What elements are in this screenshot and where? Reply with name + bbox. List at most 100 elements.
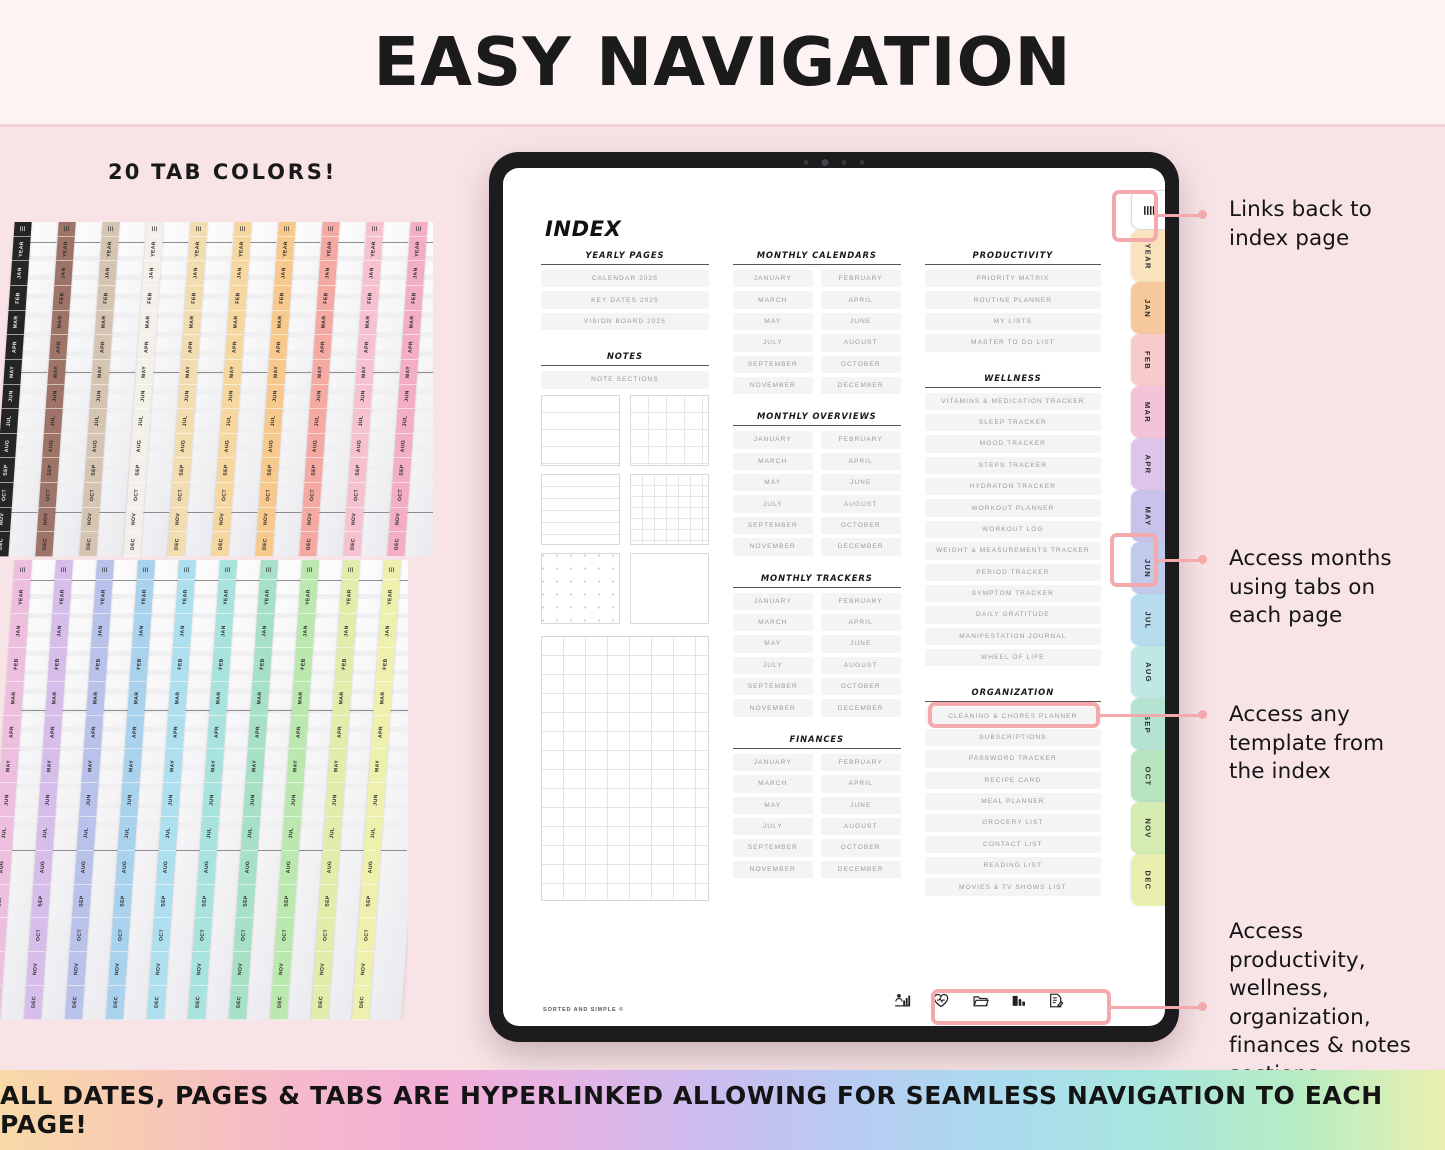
index-link-button[interactable]: READING LIST <box>924 857 1102 875</box>
index-link-button[interactable]: OCTOBER <box>820 678 901 696</box>
index-link-button[interactable]: MEAL PLANNER <box>924 792 1102 811</box>
index-link-button[interactable]: NOVEMBER <box>732 376 813 395</box>
note-preview-lined[interactable] <box>541 394 620 466</box>
index-link-button[interactable]: ROUTINE PLANNER <box>924 291 1102 309</box>
index-link-button[interactable]: AUGUST <box>820 334 901 352</box>
index-link-button[interactable]: MARCH <box>732 775 813 793</box>
note-preview-lined2[interactable] <box>541 473 620 545</box>
month-tab-jan[interactable]: JAN <box>1131 282 1165 334</box>
month-tab-dec[interactable]: DEC <box>1131 854 1165 906</box>
index-link-button[interactable]: JANUARY <box>732 753 813 772</box>
index-link-button[interactable]: AUGUST <box>820 817 901 836</box>
index-link-button[interactable]: SEPTEMBER <box>732 839 813 857</box>
notes-document-icon[interactable] <box>1048 992 1064 1009</box>
note-preview-grid8[interactable] <box>629 473 709 545</box>
month-tab-year[interactable]: YEAR <box>1131 230 1165 282</box>
index-link-button[interactable]: DAILY GRATITUDE <box>924 606 1102 624</box>
index-link-button[interactable]: MAY <box>732 796 813 814</box>
index-link-button[interactable]: MANIFESTATION JOURNAL <box>924 627 1102 645</box>
note-preview-grid4[interactable] <box>629 394 709 466</box>
month-tab-nov[interactable]: NOV <box>1131 802 1165 854</box>
index-link-button[interactable]: FEBRUARY <box>820 753 901 772</box>
month-tab-feb[interactable]: FEB <box>1131 334 1165 386</box>
index-link-button[interactable]: SEPTEMBER <box>732 678 813 696</box>
index-link-button[interactable]: RECIPE CARD <box>924 771 1102 789</box>
index-link-button[interactable]: SEPTEMBER <box>732 355 813 373</box>
index-link-button[interactable]: OCTOBER <box>820 355 901 373</box>
index-link-button[interactable]: APRIL <box>820 775 901 793</box>
index-link-button[interactable]: CLEANING & CHORES PLANNER <box>924 707 1102 725</box>
index-link-button[interactable]: JANUARY <box>732 431 813 449</box>
index-link-button[interactable]: MY LISTS <box>924 312 1102 331</box>
index-link-button[interactable]: JULY <box>732 817 813 836</box>
month-tab-jul[interactable]: JUL <box>1131 594 1165 646</box>
index-link-button[interactable]: PRIORITY MATRIX <box>924 270 1102 288</box>
index-link-button[interactable]: MAY <box>732 635 813 653</box>
month-tab-apr[interactable]: APR <box>1131 438 1165 490</box>
index-link-button[interactable]: JULY <box>732 334 813 352</box>
index-link-button[interactable]: AUGUST <box>820 495 901 513</box>
index-link-button[interactable]: MOVIES & TV SHOWS LIST <box>924 878 1102 896</box>
month-tab-sep[interactable]: SEP <box>1131 698 1165 750</box>
organization-folder-icon[interactable] <box>971 993 990 1009</box>
index-link-button[interactable]: WORKOUT LOG <box>924 520 1102 539</box>
index-link-button[interactable]: DECEMBER <box>820 860 901 878</box>
index-link-button[interactable]: MOOD TRACKER <box>924 435 1102 453</box>
index-link-button[interactable]: CONTACT LIST <box>924 835 1102 853</box>
index-link-button[interactable]: DECEMBER <box>820 699 901 717</box>
index-link-button[interactable]: JULY <box>732 495 813 513</box>
index-link-button[interactable]: VISION BOARD 2025 <box>541 312 709 331</box>
index-link-button[interactable]: APRIL <box>820 291 901 309</box>
index-link-button[interactable]: MASTER TO DO LIST <box>924 334 1102 352</box>
index-link-button[interactable]: NOTE SECTIONS <box>541 371 709 389</box>
index-link-button[interactable]: HYDRATON TRACKER <box>924 478 1102 496</box>
index-link-button[interactable]: KEY DATES 2025 <box>541 291 709 309</box>
index-link-button[interactable]: JUNE <box>820 474 901 492</box>
index-link-button[interactable]: JANUARY <box>732 592 813 610</box>
month-tab-aug[interactable]: AUG <box>1131 646 1165 698</box>
index-link-button[interactable]: JUNE <box>820 312 901 331</box>
index-link-button[interactable]: WHEEL OF LIFE <box>924 649 1102 667</box>
tab-index-menu-icon[interactable] <box>1131 190 1165 230</box>
index-link-button[interactable]: DECEMBER <box>820 376 901 395</box>
index-link-button[interactable]: NOVEMBER <box>732 699 813 717</box>
index-link-button[interactable]: APRIL <box>820 452 901 470</box>
index-link-button[interactable]: WEIGHT & MEASUREMENTS TRACKER <box>924 542 1102 560</box>
index-link-button[interactable]: JANUARY <box>732 270 813 288</box>
index-link-button[interactable]: OCTOBER <box>820 839 901 857</box>
index-link-button[interactable]: CALENDAR 2025 <box>541 270 709 288</box>
month-tab-mar[interactable]: MAR <box>1131 386 1165 438</box>
index-link-button[interactable]: FEBRUARY <box>820 592 901 610</box>
index-link-button[interactable]: SYMPTOM TRACKER <box>924 584 1102 603</box>
index-link-button[interactable]: GROCERY LIST <box>924 814 1102 832</box>
index-link-button[interactable]: MAY <box>732 474 813 492</box>
index-link-button[interactable]: SEPTEMBER <box>732 516 813 535</box>
index-link-button[interactable]: NOVEMBER <box>732 538 813 556</box>
index-link-button[interactable]: AUGUST <box>820 656 901 674</box>
index-link-button[interactable]: JULY <box>732 656 813 674</box>
index-link-button[interactable]: NOVEMBER <box>732 860 813 878</box>
index-link-button[interactable]: WORKOUT PLANNER <box>924 499 1102 517</box>
large-grid-preview[interactable] <box>541 635 709 901</box>
month-tab-jun[interactable]: JUN <box>1131 542 1165 594</box>
index-link-button[interactable]: PERIOD TRACKER <box>924 563 1102 581</box>
index-link-button[interactable]: APRIL <box>820 613 901 632</box>
index-link-button[interactable]: VITAMINS & MEDICATION TRACKER <box>924 392 1102 410</box>
index-link-button[interactable]: MARCH <box>732 291 813 309</box>
month-tab-oct[interactable]: OCT <box>1131 750 1165 802</box>
index-link-button[interactable]: FEBRUARY <box>820 270 901 288</box>
index-link-button[interactable]: SUBSCRIPTIONS <box>924 728 1102 747</box>
index-link-button[interactable]: STEPS TRACKER <box>924 456 1102 474</box>
index-link-button[interactable]: SLEEP TRACKER <box>924 413 1102 432</box>
index-link-button[interactable]: MARCH <box>732 613 813 632</box>
note-preview-blank[interactable] <box>629 552 709 624</box>
productivity-icon[interactable] <box>894 992 911 1009</box>
index-link-button[interactable]: PASSWORD TRACKER <box>924 750 1102 768</box>
wellness-heart-icon[interactable] <box>932 992 950 1009</box>
note-preview-dotted[interactable] <box>541 552 620 624</box>
index-link-button[interactable]: JUNE <box>820 796 901 814</box>
index-link-button[interactable]: OCTOBER <box>820 516 901 535</box>
index-link-button[interactable]: MAY <box>732 312 813 331</box>
index-link-button[interactable]: MARCH <box>732 452 813 470</box>
month-tab-may[interactable]: MAY <box>1131 490 1165 542</box>
